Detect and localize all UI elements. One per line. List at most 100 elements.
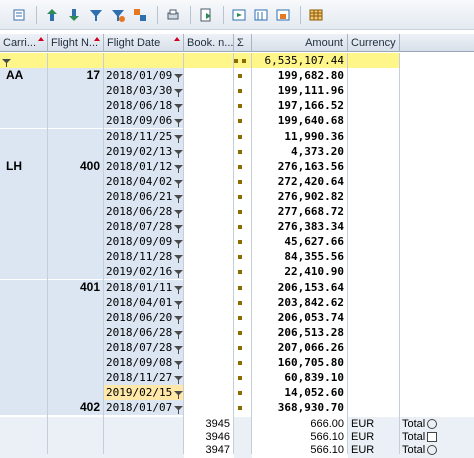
filter-icon[interactable] <box>174 298 184 309</box>
flight-date-cell[interactable]: 2018/11/25 <box>104 128 184 144</box>
filter-icon[interactable] <box>174 162 184 173</box>
print-icon[interactable] <box>164 6 182 24</box>
subtotal-row[interactable]: LH 400 2018/01/12 276,163.56 <box>0 158 474 174</box>
flight-date-cell[interactable]: 2018/01/11 <box>104 279 184 295</box>
change-layout-icon[interactable] <box>230 6 248 24</box>
subtotal-row[interactable]: 2018/09/06 199,640.68 <box>0 113 474 129</box>
filter-icon[interactable] <box>174 267 184 279</box>
subtotal-row[interactable]: 2018/06/28 206,513.28 <box>0 324 474 340</box>
subtotal-row[interactable]: 2018/06/18 197,166.52 <box>0 98 474 114</box>
subtotal-row[interactable]: AA 17 2018/01/09 199,682.80 <box>0 68 474 84</box>
total-control-cell[interactable]: Total <box>400 443 474 458</box>
detail-row[interactable]: 3946 566.10 EUR Total <box>0 430 474 446</box>
subtotal-row[interactable]: 2018/04/01 203,842.62 <box>0 294 474 310</box>
total-checkbox[interactable] <box>427 432 438 443</box>
filter-icon[interactable] <box>174 343 184 354</box>
filter-icon[interactable] <box>174 388 184 400</box>
subtotal-icon[interactable] <box>109 6 127 24</box>
flight-date-cell[interactable]: 2018/06/20 <box>104 309 184 325</box>
details-icon[interactable] <box>10 6 28 24</box>
booking-number-value: 3947 <box>205 444 230 457</box>
subtotal-row[interactable]: 2018/06/28 277,668.72 <box>0 204 474 219</box>
filter-icon[interactable] <box>174 328 184 339</box>
subtotal-row[interactable]: 2018/11/25 11,990.36 <box>0 128 474 144</box>
column-header-flight[interactable]: Flight N... <box>48 34 104 52</box>
filter-icon[interactable] <box>174 147 184 158</box>
empty-cell <box>348 264 400 279</box>
column-header-date[interactable]: Flight Date <box>104 34 184 52</box>
save-layout-icon[interactable] <box>274 6 292 24</box>
subtotal-amount: 272,420.64 <box>252 174 348 189</box>
subtotal-row[interactable]: 2019/02/16 22,410.90 <box>0 264 474 280</box>
subtotal-row[interactable]: 2018/11/28 84,355.56 <box>0 249 474 265</box>
filter-icon[interactable] <box>174 358 184 369</box>
flight-date-cell[interactable]: 2018/09/08 <box>104 355 184 370</box>
total-radio[interactable] <box>427 419 438 430</box>
filter-icon[interactable] <box>87 6 105 24</box>
filter-icon[interactable] <box>174 313 184 324</box>
filter-icon[interactable] <box>174 207 184 218</box>
flight-date-cell[interactable]: 2018/07/28 <box>104 339 184 355</box>
filter-icon[interactable] <box>174 177 184 188</box>
flight-date-cell[interactable]: 2019/02/13 <box>104 143 184 159</box>
flight-date-value: 2018/06/20 <box>106 310 173 324</box>
sort-descending-icon[interactable] <box>65 6 83 24</box>
subtotal-row[interactable]: 2018/06/20 206,053.74 <box>0 309 474 325</box>
flight-date-value: 2018/01/11 <box>106 280 173 294</box>
filter-icon[interactable] <box>174 101 184 113</box>
flight-date-cell[interactable]: 2018/03/30 <box>104 83 184 99</box>
filter-icon[interactable] <box>174 283 184 294</box>
export-icon[interactable] <box>197 6 215 24</box>
filter-icon[interactable] <box>174 116 184 128</box>
flight-date-cell[interactable]: 2018/04/01 <box>104 294 184 310</box>
flight-date-cell[interactable]: 2018/11/28 <box>104 249 184 265</box>
subtotal-row[interactable]: 2018/09/08 160,705.80 <box>0 355 474 370</box>
flight-date-cell[interactable]: 2018/01/07 <box>104 400 184 416</box>
flight-date-cell[interactable]: 2018/01/09 <box>104 68 184 84</box>
subtotal-row[interactable]: 2018/07/28 276,383.34 <box>0 219 474 235</box>
flight-date-cell[interactable]: 2018/01/12 <box>104 158 184 174</box>
filter-icon[interactable] <box>174 403 184 415</box>
flight-date-cell[interactable]: 2019/02/15 <box>104 385 184 401</box>
subtotal-row[interactable]: 401 2018/01/11 206,153.64 <box>0 279 474 295</box>
subtotal-row[interactable]: 2018/03/30 199,111.96 <box>0 83 474 99</box>
sum-icon[interactable] <box>131 6 149 24</box>
subtotal-row[interactable]: 2019/02/13 4,373.20 <box>0 143 474 159</box>
detail-row[interactable]: 3947 566.10 EUR Total <box>0 443 474 458</box>
sort-ascending-icon[interactable] <box>43 6 61 24</box>
grand-total-row[interactable]: 6,535,107.44 <box>0 53 474 68</box>
filter-icon[interactable] <box>174 237 184 249</box>
flight-date-cell[interactable]: 2018/11/27 <box>104 370 184 386</box>
filter-icon[interactable] <box>174 222 184 234</box>
flight-date-cell[interactable]: 2018/06/28 <box>104 204 184 219</box>
subtotal-row[interactable]: 2019/02/15 14,052.60 <box>0 385 474 401</box>
filter-icon[interactable] <box>174 71 184 83</box>
flight-date-cell[interactable]: 2018/07/28 <box>104 219 184 235</box>
column-header-carrier[interactable]: Carri... <box>0 34 48 52</box>
empty-cell <box>348 219 400 234</box>
subtotal-row[interactable]: 402 2018/01/07 368,930.70 <box>0 400 474 416</box>
subtotal-row[interactable]: 2018/09/09 45,627.66 <box>0 234 474 250</box>
column-header-currency[interactable]: Currency <box>348 34 400 52</box>
subtotal-row[interactable]: 2018/04/02 272,420.64 <box>0 173 474 189</box>
flight-date-cell[interactable]: 2019/02/16 <box>104 264 184 280</box>
subtotal-row[interactable]: 2018/07/28 207,066.26 <box>0 339 474 355</box>
flight-date-cell[interactable]: 2018/09/09 <box>104 234 184 250</box>
filter-icon[interactable] <box>174 132 184 143</box>
filter-icon[interactable] <box>174 86 184 98</box>
flight-date-cell[interactable]: 2018/04/02 <box>104 173 184 189</box>
flight-date-cell[interactable]: 2018/06/21 <box>104 188 184 204</box>
column-header-amount[interactable]: Amount <box>252 34 348 52</box>
subtotal-row[interactable]: 2018/11/27 60,839.10 <box>0 370 474 386</box>
grid-icon[interactable] <box>307 6 325 24</box>
select-layout-icon[interactable] <box>252 6 270 24</box>
filter-icon[interactable] <box>174 192 184 203</box>
detail-row[interactable]: 3945 666.00 EUR Total <box>0 417 474 433</box>
flight-date-cell[interactable]: 2018/06/18 <box>104 98 184 114</box>
filter-icon[interactable] <box>174 373 184 385</box>
flight-date-cell[interactable]: 2018/09/06 <box>104 113 184 129</box>
column-header-booking[interactable]: Book. n... <box>184 34 234 52</box>
filter-icon[interactable] <box>174 252 184 264</box>
flight-date-cell[interactable]: 2018/06/28 <box>104 324 184 340</box>
subtotal-row[interactable]: 2018/06/21 276,902.82 <box>0 188 474 204</box>
